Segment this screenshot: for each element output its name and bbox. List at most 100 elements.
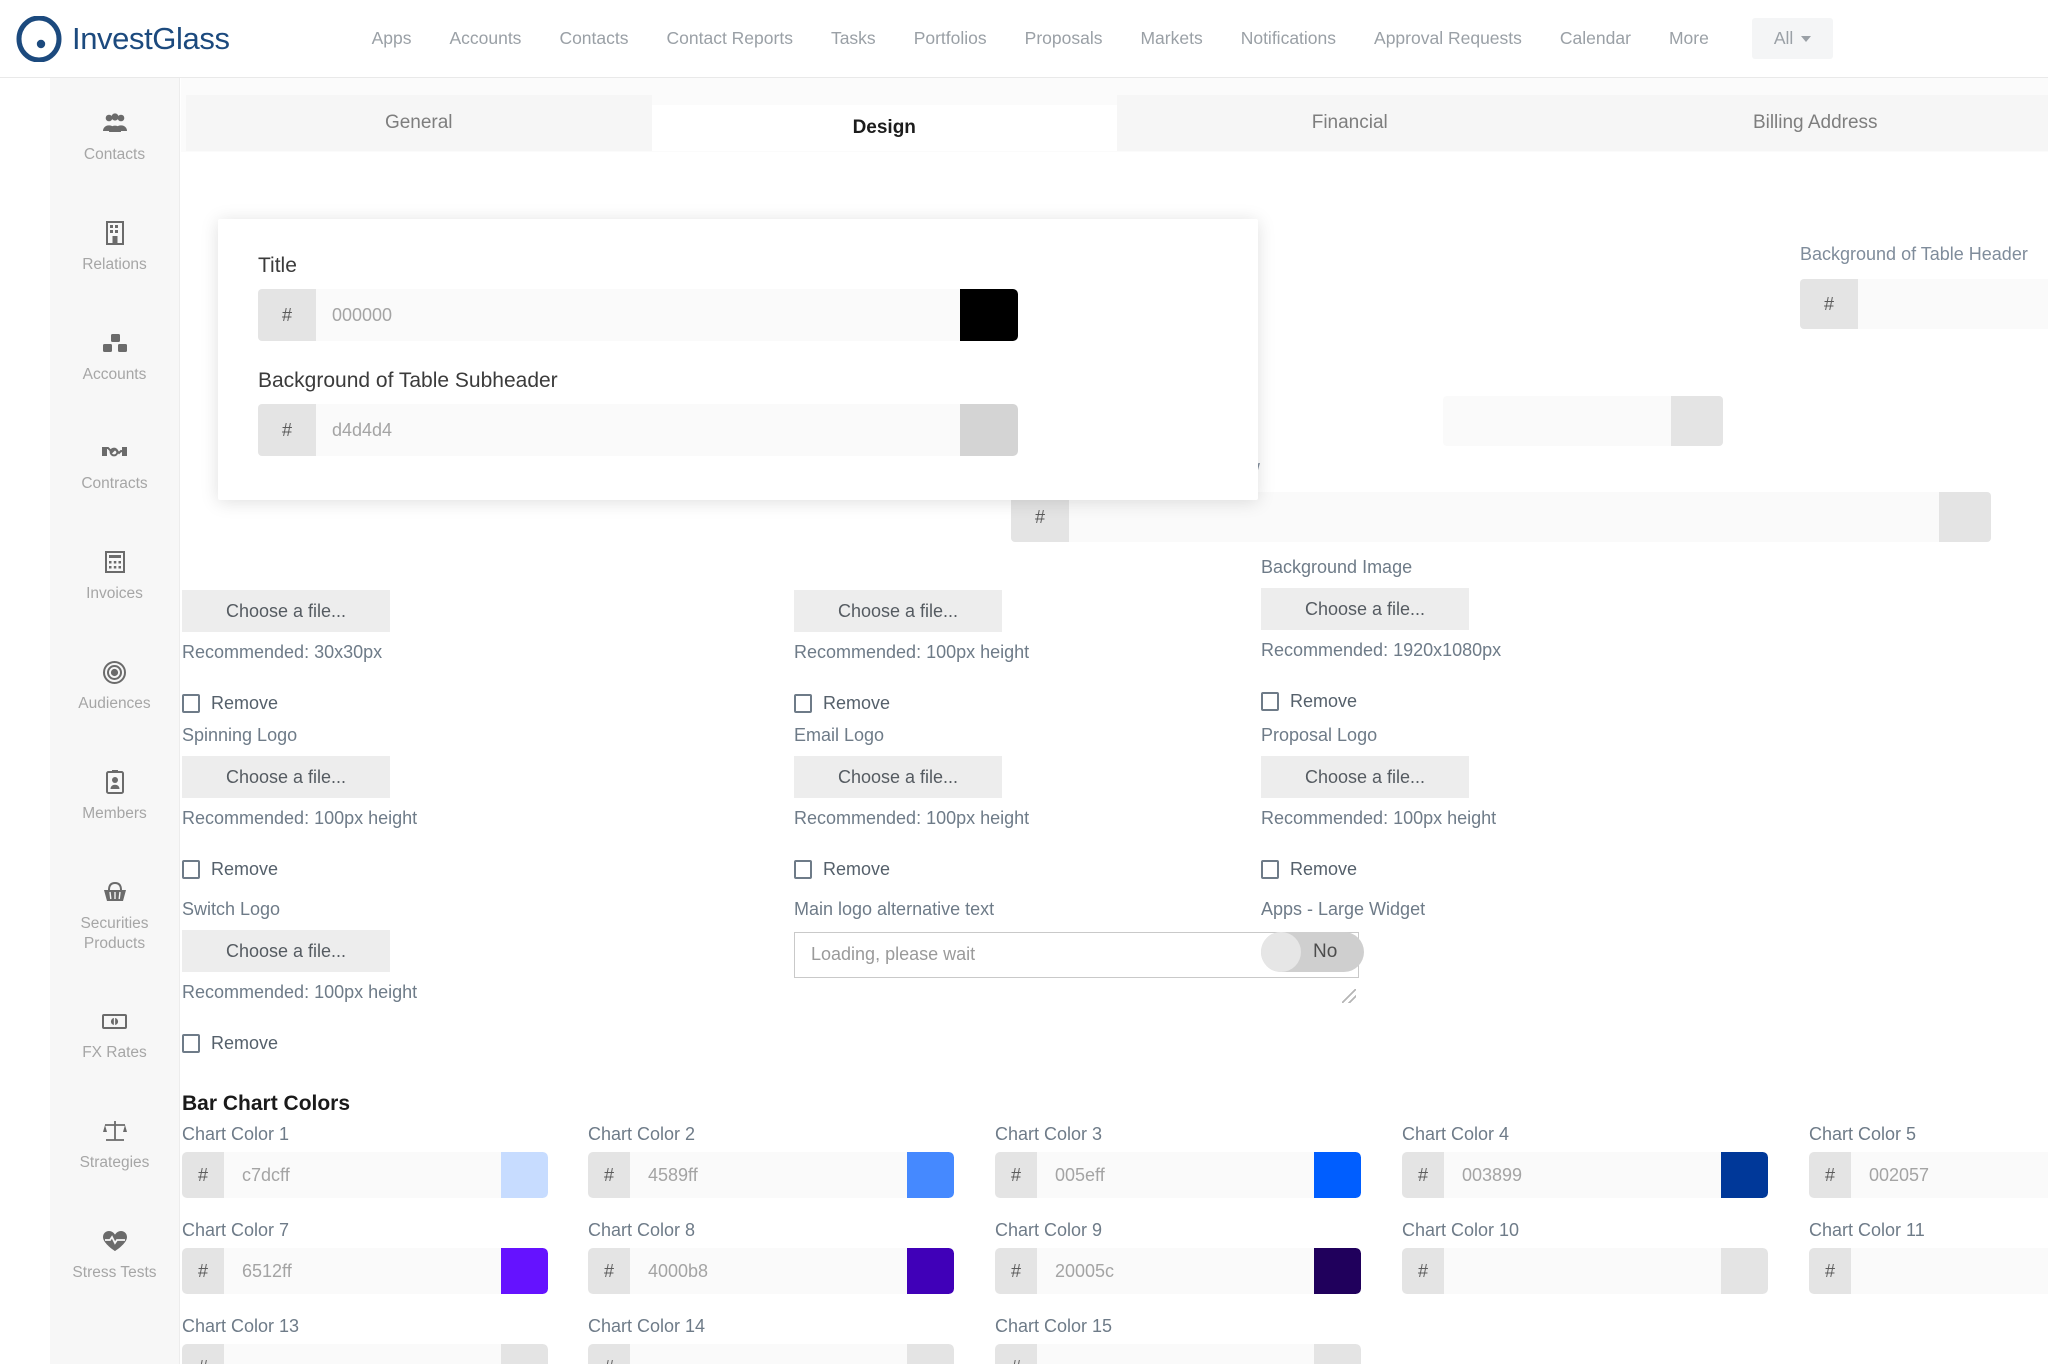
checkbox-icon[interactable] <box>794 860 812 879</box>
remove-checkbox-row[interactable]: Remove <box>182 859 417 880</box>
choose-file-button[interactable]: Choose a file... <box>182 590 390 632</box>
remove-checkbox-row[interactable]: Remove <box>1261 859 1496 880</box>
chart-color-input[interactable]: 002057 <box>1851 1152 2048 1198</box>
overlay-title-color-input-group[interactable]: # 000000 <box>258 289 1018 341</box>
sidebar-item-invoices[interactable]: Invoices <box>50 537 179 616</box>
chart-color-input-group[interactable]: # <box>588 1344 954 1364</box>
color-swatch[interactable] <box>1314 1152 1361 1198</box>
checkbox-icon[interactable] <box>1261 692 1279 711</box>
chart-color-input[interactable] <box>630 1344 907 1364</box>
sidebar-item-contacts[interactable]: Contacts <box>50 98 179 177</box>
nav-item-notifications[interactable]: Notifications <box>1222 20 1355 57</box>
sidebar-item-accounts[interactable]: Accounts <box>50 318 179 397</box>
remove-checkbox-row[interactable]: Remove <box>182 693 390 714</box>
color-swatch[interactable] <box>1721 1248 1768 1294</box>
chart-color-input-group[interactable]: # c7dcff <box>182 1152 548 1198</box>
checkbox-icon[interactable] <box>182 694 200 713</box>
remove-checkbox-row[interactable]: Remove <box>1261 691 1501 712</box>
hex-strip-value[interactable] <box>1443 396 1671 446</box>
tab-general[interactable]: General <box>186 95 652 151</box>
color-swatch[interactable] <box>960 289 1018 341</box>
table-header-color-input-group[interactable]: # <box>1800 279 2048 329</box>
chart-color-input-group[interactable]: # 6512ff <box>182 1248 548 1294</box>
chart-color-input-group[interactable]: # <box>182 1344 548 1364</box>
checkbox-icon[interactable] <box>1261 860 1279 879</box>
nav-item-apps[interactable]: Apps <box>353 20 431 57</box>
sidebar-item-securities-products[interactable]: Securities Products <box>50 867 179 966</box>
checkbox-icon[interactable] <box>794 694 812 713</box>
apps-large-widget-toggle[interactable]: No <box>1261 932 1364 972</box>
chart-color-input[interactable] <box>1444 1248 1721 1294</box>
chart-color-input[interactable]: 4000b8 <box>630 1248 907 1294</box>
chart-color-input[interactable]: 003899 <box>1444 1152 1721 1198</box>
choose-file-button[interactable]: Choose a file... <box>1261 756 1469 798</box>
sidebar-item-strategies[interactable]: Strategies <box>50 1106 179 1185</box>
table-header-color-input[interactable] <box>1858 279 2048 329</box>
nav-item-approval-requests[interactable]: Approval Requests <box>1355 20 1541 57</box>
nav-item-tasks[interactable]: Tasks <box>812 20 895 57</box>
resize-grip-icon[interactable] <box>1342 989 1356 1003</box>
overlay-title-color-input[interactable]: 000000 <box>316 289 960 341</box>
choose-file-button[interactable]: Choose a file... <box>1261 588 1469 630</box>
chart-color-input-group[interactable]: # 003899 <box>1402 1152 1768 1198</box>
chart-color-input[interactable] <box>1037 1344 1314 1364</box>
remove-checkbox-row[interactable]: Remove <box>794 693 1029 714</box>
chart-color-input-group[interactable]: # <box>1402 1248 1768 1294</box>
sidebar-item-contracts[interactable]: Contracts <box>50 427 179 506</box>
brand-logo[interactable]: InvestGlass <box>16 16 230 62</box>
nav-item-markets[interactable]: Markets <box>1121 20 1221 57</box>
checkbox-icon[interactable] <box>182 1034 200 1053</box>
color-swatch[interactable] <box>1671 396 1723 446</box>
sidebar-item-fx-rates[interactable]: FX Rates <box>50 996 179 1075</box>
color-swatch[interactable] <box>501 1248 548 1294</box>
choose-file-button[interactable]: Choose a file... <box>794 756 1002 798</box>
chart-color-input[interactable]: c7dcff <box>224 1152 501 1198</box>
nav-item-portfolios[interactable]: Portfolios <box>895 20 1006 57</box>
sidebar-item-relations[interactable]: Relations <box>50 208 179 287</box>
color-swatch[interactable] <box>907 1152 954 1198</box>
choose-file-button[interactable]: Choose a file... <box>182 756 390 798</box>
sidebar-item-audiences[interactable]: Audiences <box>50 647 179 726</box>
chart-color-input-group[interactable]: # 005eff <box>995 1152 1361 1198</box>
overlay-subheader-color-input-group[interactable]: # d4d4d4 <box>258 404 1018 456</box>
nav-item-contacts[interactable]: Contacts <box>540 20 647 57</box>
chart-color-input[interactable]: 6512ff <box>224 1248 501 1294</box>
remove-checkbox-row[interactable]: Remove <box>794 859 1029 880</box>
tab-financial[interactable]: Financial <box>1117 95 1583 151</box>
chart-color-input[interactable] <box>1851 1248 2048 1294</box>
chart-color-input[interactable]: 005eff <box>1037 1152 1314 1198</box>
sidebar-item-members[interactable]: Members <box>50 757 179 836</box>
color-swatch[interactable] <box>907 1248 954 1294</box>
chart-color-input-group[interactable]: # 4589ff <box>588 1152 954 1198</box>
nav-item-calendar[interactable]: Calendar <box>1541 20 1650 57</box>
chart-color-input-group[interactable]: # 002057 <box>1809 1152 2048 1198</box>
chart-color-input-group[interactable]: # 4000b8 <box>588 1248 954 1294</box>
choose-file-button[interactable]: Choose a file... <box>794 590 1002 632</box>
scope-filter-dropdown[interactable]: All <box>1752 18 1833 59</box>
color-swatch[interactable] <box>1314 1344 1361 1364</box>
color-swatch[interactable] <box>907 1344 954 1364</box>
color-swatch[interactable] <box>501 1152 548 1198</box>
background-header-color-strip[interactable] <box>1443 396 1723 446</box>
remove-checkbox-row[interactable]: Remove <box>182 1033 417 1054</box>
sidebar-item-stress-tests[interactable]: Stress Tests <box>50 1216 179 1295</box>
nav-item-proposals[interactable]: Proposals <box>1006 20 1122 57</box>
color-swatch[interactable] <box>1314 1248 1361 1294</box>
color-swatch[interactable] <box>1939 492 1991 542</box>
choose-file-button[interactable]: Choose a file... <box>182 930 390 972</box>
color-swatch[interactable] <box>960 404 1018 456</box>
checkbox-icon[interactable] <box>182 860 200 879</box>
overlay-subheader-color-input[interactable]: d4d4d4 <box>316 404 960 456</box>
tab-billing-address[interactable]: Billing Address <box>1583 95 2048 151</box>
color-swatch[interactable] <box>501 1344 548 1364</box>
chart-color-input-group[interactable]: # <box>1809 1248 2048 1294</box>
chart-color-input[interactable]: 20005c <box>1037 1248 1314 1294</box>
tab-design[interactable]: Design <box>652 105 1118 151</box>
nav-item-accounts[interactable]: Accounts <box>430 20 540 57</box>
chart-color-input[interactable] <box>224 1344 501 1364</box>
nav-item-contact-reports[interactable]: Contact Reports <box>648 20 812 57</box>
chart-color-input-group[interactable]: # <box>995 1344 1361 1364</box>
chart-color-input[interactable]: 4589ff <box>630 1152 907 1198</box>
chart-color-input-group[interactable]: # 20005c <box>995 1248 1361 1294</box>
color-swatch[interactable] <box>1721 1152 1768 1198</box>
